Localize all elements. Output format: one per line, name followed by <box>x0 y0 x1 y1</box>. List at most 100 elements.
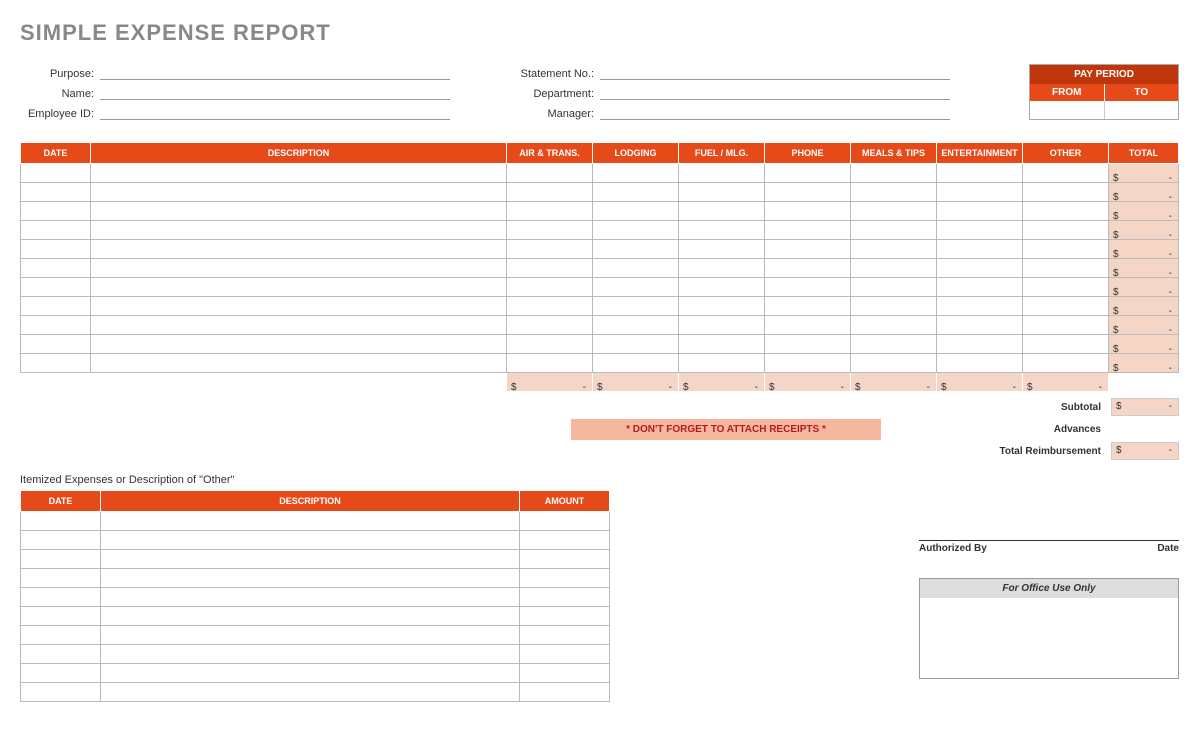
expense-cell[interactable] <box>1023 278 1109 297</box>
expense-cell[interactable] <box>91 354 507 373</box>
itemized-cell[interactable] <box>101 512 520 531</box>
itemized-cell[interactable] <box>21 683 101 702</box>
expense-cell[interactable] <box>21 164 91 183</box>
expense-cell[interactable] <box>21 183 91 202</box>
expense-cell[interactable] <box>937 202 1023 221</box>
expense-cell[interactable] <box>507 354 593 373</box>
expense-cell[interactable] <box>21 202 91 221</box>
expense-cell[interactable] <box>937 335 1023 354</box>
manager-input[interactable] <box>600 104 950 120</box>
expense-cell[interactable] <box>851 335 937 354</box>
expense-cell[interactable] <box>91 335 507 354</box>
expense-cell[interactable] <box>593 164 679 183</box>
expense-cell[interactable] <box>91 316 507 335</box>
expense-cell[interactable] <box>851 259 937 278</box>
expense-cell[interactable] <box>507 259 593 278</box>
itemized-cell[interactable] <box>520 683 610 702</box>
expense-cell[interactable] <box>507 297 593 316</box>
itemized-cell[interactable] <box>21 569 101 588</box>
expense-cell[interactable] <box>851 297 937 316</box>
itemized-cell[interactable] <box>101 531 520 550</box>
expense-cell[interactable] <box>937 316 1023 335</box>
expense-cell[interactable] <box>91 164 507 183</box>
expense-cell[interactable] <box>21 316 91 335</box>
expense-cell[interactable] <box>765 183 851 202</box>
expense-cell[interactable] <box>765 354 851 373</box>
expense-cell[interactable] <box>21 335 91 354</box>
expense-cell[interactable] <box>679 278 765 297</box>
purpose-input[interactable] <box>100 64 450 80</box>
itemized-cell[interactable] <box>21 626 101 645</box>
itemized-cell[interactable] <box>520 645 610 664</box>
advances-value[interactable] <box>1111 420 1179 438</box>
itemized-cell[interactable] <box>21 531 101 550</box>
expense-cell[interactable] <box>21 259 91 278</box>
expense-cell[interactable] <box>1023 164 1109 183</box>
expense-cell[interactable] <box>679 354 765 373</box>
expense-cell[interactable] <box>1023 259 1109 278</box>
itemized-cell[interactable] <box>520 550 610 569</box>
pay-period-from-input[interactable] <box>1030 101 1105 119</box>
itemized-cell[interactable] <box>101 588 520 607</box>
expense-cell[interactable] <box>507 202 593 221</box>
expense-cell[interactable] <box>91 297 507 316</box>
itemized-cell[interactable] <box>21 607 101 626</box>
expense-cell[interactable] <box>21 354 91 373</box>
expense-cell[interactable] <box>593 297 679 316</box>
expense-cell[interactable] <box>507 240 593 259</box>
employee-id-input[interactable] <box>100 104 450 120</box>
expense-cell[interactable] <box>851 278 937 297</box>
expense-cell[interactable] <box>21 278 91 297</box>
expense-cell[interactable] <box>1023 183 1109 202</box>
expense-cell[interactable] <box>765 202 851 221</box>
expense-cell[interactable] <box>1023 297 1109 316</box>
expense-cell[interactable] <box>1023 221 1109 240</box>
itemized-cell[interactable] <box>520 664 610 683</box>
itemized-cell[interactable] <box>21 588 101 607</box>
itemized-cell[interactable] <box>101 626 520 645</box>
expense-cell[interactable] <box>679 316 765 335</box>
expense-cell[interactable] <box>851 221 937 240</box>
expense-cell[interactable] <box>593 183 679 202</box>
expense-cell[interactable] <box>937 240 1023 259</box>
expense-cell[interactable] <box>91 259 507 278</box>
expense-cell[interactable] <box>1023 240 1109 259</box>
expense-cell[interactable] <box>91 240 507 259</box>
expense-cell[interactable] <box>21 240 91 259</box>
itemized-cell[interactable] <box>520 569 610 588</box>
expense-cell[interactable] <box>593 221 679 240</box>
itemized-cell[interactable] <box>101 607 520 626</box>
itemized-cell[interactable] <box>101 550 520 569</box>
expense-cell[interactable] <box>937 221 1023 240</box>
expense-cell[interactable] <box>593 335 679 354</box>
expense-cell[interactable] <box>593 240 679 259</box>
expense-cell[interactable] <box>21 297 91 316</box>
expense-cell[interactable] <box>679 164 765 183</box>
expense-cell[interactable] <box>679 240 765 259</box>
itemized-cell[interactable] <box>21 512 101 531</box>
expense-cell[interactable] <box>91 278 507 297</box>
expense-cell[interactable] <box>851 316 937 335</box>
expense-cell[interactable] <box>593 354 679 373</box>
expense-cell[interactable] <box>765 278 851 297</box>
expense-cell[interactable] <box>21 221 91 240</box>
expense-cell[interactable] <box>765 221 851 240</box>
itemized-cell[interactable] <box>101 645 520 664</box>
expense-cell[interactable] <box>507 183 593 202</box>
expense-cell[interactable] <box>765 316 851 335</box>
itemized-cell[interactable] <box>21 550 101 569</box>
expense-cell[interactable] <box>1023 335 1109 354</box>
expense-cell[interactable] <box>765 335 851 354</box>
statement-no-input[interactable] <box>600 64 950 80</box>
name-input[interactable] <box>100 84 450 100</box>
itemized-cell[interactable] <box>21 664 101 683</box>
expense-cell[interactable] <box>679 297 765 316</box>
expense-cell[interactable] <box>507 335 593 354</box>
itemized-cell[interactable] <box>520 626 610 645</box>
expense-cell[interactable] <box>851 164 937 183</box>
expense-cell[interactable] <box>765 164 851 183</box>
expense-cell[interactable] <box>507 164 593 183</box>
expense-cell[interactable] <box>851 202 937 221</box>
expense-cell[interactable] <box>507 316 593 335</box>
itemized-cell[interactable] <box>101 664 520 683</box>
